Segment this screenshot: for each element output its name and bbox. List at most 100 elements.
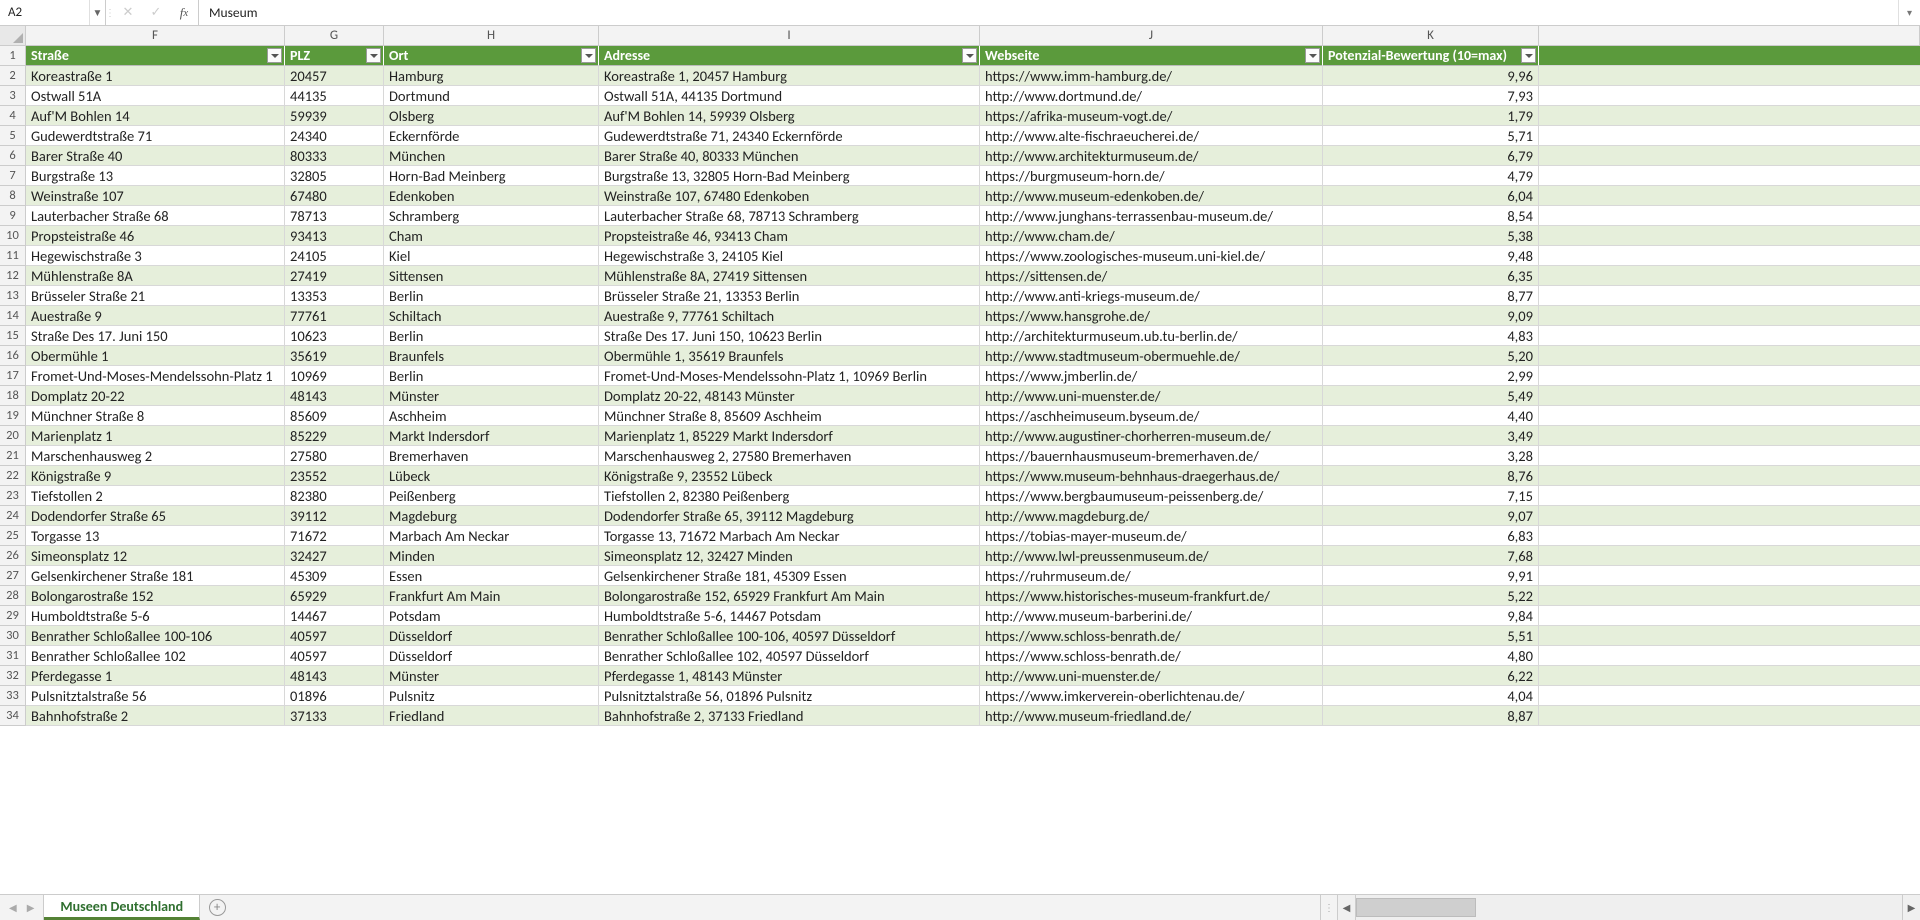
cell[interactable]: Bahnhofstraße 2 [26, 706, 285, 726]
row-header-22[interactable]: 22 [0, 466, 26, 486]
cell[interactable]: Marienplatz 1, 85229 Markt Indersdorf [599, 426, 980, 446]
row-header-24[interactable]: 24 [0, 506, 26, 526]
cell[interactable]: 80333 [285, 146, 384, 166]
row-header-25[interactable]: 25 [0, 526, 26, 546]
cell[interactable]: https://www.hansgrohe.de/ [980, 306, 1323, 326]
cell[interactable]: Berlin [384, 286, 599, 306]
cell[interactable]: Gudewerdtstraße 71 [26, 126, 285, 146]
cell[interactable]: Propsteistraße 46 [26, 226, 285, 246]
column-header-J[interactable]: J [980, 26, 1323, 46]
row-header-20[interactable]: 20 [0, 426, 26, 446]
cell[interactable]: Koreastraße 1, 20457 Hamburg [599, 66, 980, 86]
cell[interactable]: 5,71 [1323, 126, 1539, 146]
cell[interactable]: Pulsnitz [384, 686, 599, 706]
cell[interactable]: Dodendorfer Straße 65, 39112 Magdeburg [599, 506, 980, 526]
cell[interactable]: 65929 [285, 586, 384, 606]
cell[interactable]: 9,07 [1323, 506, 1539, 526]
cell[interactable]: Ostwall 51A, 44135 Dortmund [599, 86, 980, 106]
cell[interactable]: 14467 [285, 606, 384, 626]
cell[interactable]: Frankfurt Am Main [384, 586, 599, 606]
nav-next-icon[interactable]: ▶ [24, 901, 38, 914]
cell[interactable]: http://www.magdeburg.de/ [980, 506, 1323, 526]
cell[interactable]: Hamburg [384, 66, 599, 86]
cell[interactable]: 8,77 [1323, 286, 1539, 306]
cell[interactable]: http://www.lwl-preussenmuseum.de/ [980, 546, 1323, 566]
cell[interactable]: 32805 [285, 166, 384, 186]
cell[interactable]: Schiltach [384, 306, 599, 326]
accept-icon[interactable]: ✓ [142, 0, 170, 25]
cell[interactable]: 40597 [285, 646, 384, 666]
cell[interactable]: 78713 [285, 206, 384, 226]
cell[interactable]: 67480 [285, 186, 384, 206]
cell[interactable]: http://www.uni-muenster.de/ [980, 386, 1323, 406]
cell[interactable]: Markt Indersdorf [384, 426, 599, 446]
cell[interactable]: https://www.museum-behnhaus-draegerhaus.… [980, 466, 1323, 486]
cell[interactable]: Lübeck [384, 466, 599, 486]
filter-dropdown-icon[interactable] [1305, 48, 1320, 63]
row-header-6[interactable]: 6 [0, 146, 26, 166]
filter-dropdown-icon[interactable] [1521, 48, 1536, 63]
cell[interactable]: http://www.architekturmuseum.de/ [980, 146, 1323, 166]
table-header-cell[interactable]: Straße [26, 46, 285, 66]
nav-prev-icon[interactable]: ◀ [6, 901, 20, 914]
cell[interactable]: Lauterbacher Straße 68 [26, 206, 285, 226]
cell[interactable]: Straße Des 17. Juni 150 [26, 326, 285, 346]
cell[interactable]: Pulsnitztalstraße 56 [26, 686, 285, 706]
cell[interactable]: Fromet-Und-Moses-Mendelssohn-Platz 1, 10… [599, 366, 980, 386]
cell[interactable]: https://aschheimuseum.byseum.de/ [980, 406, 1323, 426]
cell[interactable]: 59939 [285, 106, 384, 126]
cell[interactable]: 10969 [285, 366, 384, 386]
cell[interactable]: https://www.imm-hamburg.de/ [980, 66, 1323, 86]
cell[interactable]: 4,40 [1323, 406, 1539, 426]
cell[interactable]: Domplatz 20-22 [26, 386, 285, 406]
row-header-7[interactable]: 7 [0, 166, 26, 186]
cell[interactable]: 3,49 [1323, 426, 1539, 446]
cell[interactable]: Düsseldorf [384, 626, 599, 646]
cell[interactable]: Auestraße 9 [26, 306, 285, 326]
row-header-5[interactable]: 5 [0, 126, 26, 146]
cell[interactable]: Braunfels [384, 346, 599, 366]
name-box-dropdown[interactable]: ▼ [89, 0, 105, 25]
cell[interactable]: Essen [384, 566, 599, 586]
cell[interactable]: Gelsenkirchener Straße 181 [26, 566, 285, 586]
cell[interactable]: Schramberg [384, 206, 599, 226]
cell[interactable]: Mühlenstraße 8A, 27419 Sittensen [599, 266, 980, 286]
cell[interactable]: Burgstraße 13, 32805 Horn-Bad Meinberg [599, 166, 980, 186]
cell[interactable]: Pferdegasse 1, 48143 Münster [599, 666, 980, 686]
cell[interactable]: https://www.jmberlin.de/ [980, 366, 1323, 386]
cell[interactable]: 5,51 [1323, 626, 1539, 646]
cell[interactable]: Marschenhausweg 2, 27580 Bremerhaven [599, 446, 980, 466]
cell[interactable]: Cham [384, 226, 599, 246]
column-header-K[interactable]: K [1323, 26, 1539, 46]
cell[interactable]: 7,93 [1323, 86, 1539, 106]
cell[interactable]: Ostwall 51A [26, 86, 285, 106]
cell[interactable]: Berlin [384, 366, 599, 386]
cell[interactable]: https://www.zoologisches-museum.uni-kiel… [980, 246, 1323, 266]
cell[interactable]: 4,80 [1323, 646, 1539, 666]
scroll-track[interactable] [1355, 895, 1902, 920]
cell[interactable]: http://www.museum-edenkoben.de/ [980, 186, 1323, 206]
cell[interactable]: Münchner Straße 8, 85609 Aschheim [599, 406, 980, 426]
cell[interactable]: http://www.anti-kriegs-museum.de/ [980, 286, 1323, 306]
cell[interactable]: 2,99 [1323, 366, 1539, 386]
row-header-8[interactable]: 8 [0, 186, 26, 206]
cell[interactable]: 71672 [285, 526, 384, 546]
cell[interactable]: 27580 [285, 446, 384, 466]
cell[interactable]: https://burgmuseum-horn.de/ [980, 166, 1323, 186]
cell[interactable]: Auestraße 9, 77761 Schiltach [599, 306, 980, 326]
cell[interactable]: https://www.imkerverein-oberlichtenau.de… [980, 686, 1323, 706]
cell[interactable]: 6,22 [1323, 666, 1539, 686]
row-header-11[interactable]: 11 [0, 246, 26, 266]
cell[interactable]: 7,68 [1323, 546, 1539, 566]
table-header-cell[interactable]: Ort [384, 46, 599, 66]
cell[interactable]: 9,09 [1323, 306, 1539, 326]
cell[interactable]: http://www.stadtmuseum-obermuehle.de/ [980, 346, 1323, 366]
cell[interactable]: Benrather Schloßallee 102 [26, 646, 285, 666]
cell[interactable]: 27419 [285, 266, 384, 286]
cell[interactable]: Mühlenstraße 8A [26, 266, 285, 286]
row-header-21[interactable]: 21 [0, 446, 26, 466]
column-header-I[interactable]: I [599, 26, 980, 46]
cell[interactable]: Dodendorfer Straße 65 [26, 506, 285, 526]
cell[interactable]: Marschenhausweg 2 [26, 446, 285, 466]
cell[interactable]: http://www.dortmund.de/ [980, 86, 1323, 106]
